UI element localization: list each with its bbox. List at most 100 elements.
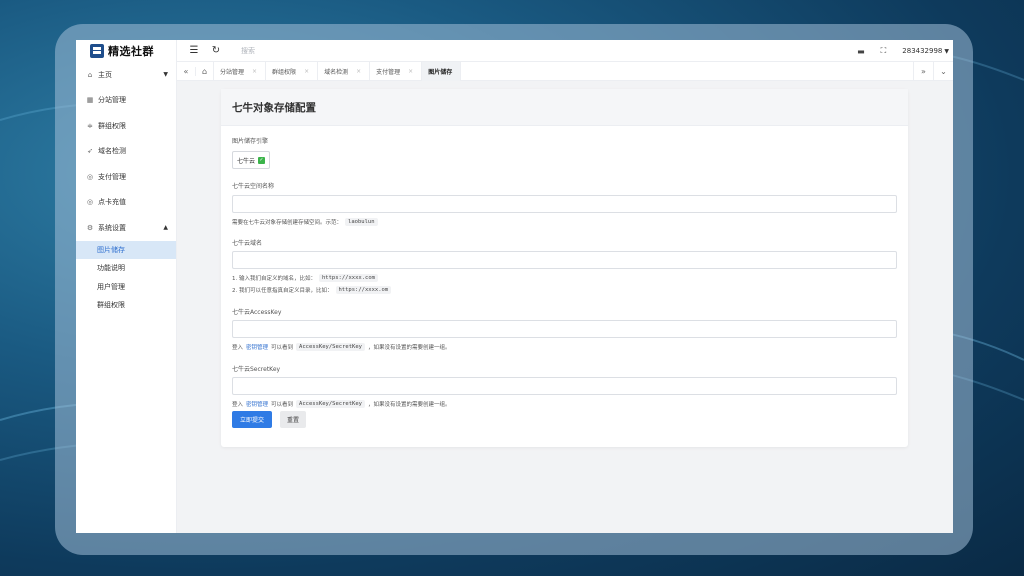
sidebar-item-4[interactable]: ◎ 支付管理 <box>76 164 176 190</box>
accesskey-help: 登入 密钥管理 可以看到 AccessKey/SecretKey ，如果没有设置… <box>232 343 450 351</box>
accesskey-help-mid: 可以看到 <box>271 345 294 351</box>
username: 283432998 <box>902 47 943 55</box>
tab-4[interactable]: 图片储存 <box>421 61 462 81</box>
sliders-icon: ≑ <box>87 121 93 130</box>
close-icon[interactable]: × <box>356 68 361 75</box>
tabs-scroll-left-icon[interactable]: « <box>177 67 195 76</box>
accesskey-help-pre: 登入 <box>232 345 244 351</box>
sidebar-item-label: 域名检测 <box>98 147 126 156</box>
tabs-scroll-right-icon[interactable]: » <box>913 62 933 81</box>
message-icon[interactable]: ▬ <box>857 47 865 56</box>
tab-bar: « ⌂ 分站管理 × 群组权限 × 域名检测 × 支付管理 × 图片储存 » ⌄ <box>177 61 953 81</box>
fullscreen-icon[interactable]: ⛶ <box>881 46 887 56</box>
sidebar-item-1[interactable]: ▦ 分站管理 <box>76 88 176 114</box>
secretkey-help: 登入 密钥管理 可以看到 AccessKey/SecretKey ，如果没有设置… <box>232 400 450 408</box>
tab-label: 图片储存 <box>428 68 453 76</box>
bucket-input[interactable] <box>232 195 897 213</box>
search-input[interactable]: 搜索 <box>241 46 255 56</box>
secretkey-help-post: ，如果没有设置的需要创建一组。 <box>367 402 451 408</box>
domain-help-2-text: 2. 我们可以任意指真自定义目录，比如： <box>232 288 333 294</box>
bucket-help-text: 需要在七牛云对象存储创建存储空间。示范： <box>232 220 343 226</box>
sidebar-item-label: 分站管理 <box>98 96 126 105</box>
domain-help-1-code: https://xxxx.com <box>319 274 378 282</box>
home-tab-icon[interactable]: ⌂ <box>195 66 213 76</box>
refresh-icon[interactable]: ↻ <box>205 45 227 56</box>
tabs-menu-chevron-icon[interactable]: ⌄ <box>933 62 953 81</box>
domain-help-2-code: https://xxxx.om <box>335 286 392 294</box>
domain-input[interactable] <box>232 251 897 269</box>
sidebar: 精选社群 ⌂ 主页 ▼ ▦ 分站管理 ≑ 群组权限 ➶ 域名检测 ◎ 支付管理 ◎ 点卡充值 ⚙ 系统设置 ▲… <box>76 40 177 533</box>
close-icon[interactable]: × <box>304 68 309 75</box>
domain-label: 七牛云域名 <box>232 240 263 247</box>
secretkey-help-code: AccessKey/SecretKey <box>296 400 365 408</box>
sidebar-menu: ⌂ 主页 ▼ ▦ 分站管理 ≑ 群组权限 ➶ 域名检测 ◎ 支付管理 ◎ 点卡充值 ⚙ 系统设置 ▲ 图片储存功… <box>76 62 176 315</box>
key-management-link[interactable]: 密钥管理 <box>246 343 268 351</box>
tab-3[interactable]: 支付管理 × <box>369 61 421 81</box>
close-icon[interactable]: × <box>252 68 257 75</box>
domain-help-1-text: 1. 输入我们自定义的域名，比如： <box>232 276 316 282</box>
sidebar-subitem-2[interactable]: 用户管理 <box>76 278 176 297</box>
brand-logo[interactable]: 精选社群 <box>76 40 176 62</box>
shield-icon: ◎ <box>86 172 94 181</box>
secretkey-help-pre: 登入 <box>232 402 244 408</box>
accesskey-label: 七牛云AccessKey <box>232 309 282 316</box>
key-management-link[interactable]: 密钥管理 <box>246 400 268 408</box>
close-icon[interactable]: × <box>408 68 413 75</box>
brand-name: 精选社群 <box>108 45 154 58</box>
sidebar-item-label: 主页 <box>98 70 112 79</box>
tab-1[interactable]: 群组权限 × <box>265 61 317 81</box>
sidebar-item-6[interactable]: ⚙ 系统设置 ▲ <box>76 215 176 241</box>
sidebar-item-label: 系统设置 <box>98 223 126 232</box>
secretkey-label: 七牛云SecretKey <box>232 366 281 373</box>
secretkey-input[interactable] <box>232 377 897 395</box>
chevron-down-icon: ▼ <box>944 47 949 55</box>
accesskey-help-code: AccessKey/SecretKey <box>296 343 365 351</box>
bucket-help-code: laobulun <box>345 218 378 226</box>
sidebar-item-0[interactable]: ⌂ 主页 ▼ <box>76 62 176 88</box>
engine-label: 图片储存引擎 <box>232 138 269 145</box>
accesskey-help-post: ，如果没有设置的需要创建一组。 <box>367 345 451 351</box>
tab-2[interactable]: 域名检测 × <box>317 61 369 81</box>
sidebar-item-label: 支付管理 <box>98 172 126 181</box>
sidebar-subitem-3[interactable]: 群组权限 <box>76 296 176 315</box>
submit-button[interactable]: 立即提交 <box>232 411 272 428</box>
send-icon: ➶ <box>87 147 93 156</box>
bucket-label: 七牛云空间名称 <box>232 183 275 190</box>
tab-label: 支付管理 <box>376 68 401 76</box>
gear-icon: ⚙ <box>86 223 94 232</box>
storage-config-card: 七牛对象存储配置 图片储存引擎 七牛云 ✓ 七牛云空间名称 需要在七牛云对象存储… <box>221 89 908 447</box>
card-title: 七牛对象存储配置 <box>221 89 908 126</box>
tab-0[interactable]: 分站管理 × <box>213 61 265 81</box>
main-content: 七牛对象存储配置 图片储存引擎 七牛云 ✓ 七牛云空间名称 需要在七牛云对象存储… <box>177 81 953 533</box>
reset-button[interactable]: 重置 <box>280 411 306 428</box>
grid-icon: ▦ <box>86 96 94 105</box>
tabs-right-controls: » ⌄ <box>913 62 953 81</box>
sidebar-item-2[interactable]: ≑ 群组权限 <box>76 113 176 139</box>
top-bar-right: ▬ ⛶ 283432998 ▼ <box>857 40 949 62</box>
chevron-down-icon: ▼ <box>163 71 168 79</box>
logo-icon <box>90 44 104 58</box>
sidebar-item-5[interactable]: ◎ 点卡充值 <box>76 190 176 216</box>
domain-help-2: 2. 我们可以任意指真自定义目录，比如： https://xxxx.om <box>232 286 392 294</box>
home-icon: ⌂ <box>87 70 93 79</box>
sidebar-subitem-0[interactable]: 图片储存 <box>76 240 176 259</box>
sidebar-item-label: 点卡充值 <box>98 198 126 207</box>
secretkey-help-mid: 可以看到 <box>271 402 294 408</box>
sidebar-subitem-1[interactable]: 功能说明 <box>76 259 176 278</box>
bucket-help: 需要在七牛云对象存储创建存储空间。示范： laobulun <box>232 218 378 226</box>
engine-select[interactable]: 七牛云 ✓ <box>232 151 271 169</box>
shield-check-icon: ◎ <box>86 198 94 207</box>
tab-label: 分站管理 <box>220 68 245 76</box>
tab-list: 分站管理 × 群组权限 × 域名检测 × 支付管理 × 图片储存 <box>213 61 462 81</box>
chevron-up-icon: ▲ <box>163 224 168 232</box>
top-bar: ☰ ↻ 搜索 ▬ ⛶ 283432998 ▼ <box>177 40 953 62</box>
menu-collapse-icon[interactable]: ☰ <box>183 45 205 56</box>
tab-label: 域名检测 <box>324 68 349 76</box>
sidebar-item-label: 群组权限 <box>98 121 126 130</box>
check-icon: ✓ <box>258 156 266 164</box>
engine-value: 七牛云 <box>237 157 256 165</box>
user-menu[interactable]: 283432998 ▼ <box>902 47 949 55</box>
sidebar-item-3[interactable]: ➶ 域名检测 <box>76 139 176 165</box>
app-window: 精选社群 ⌂ 主页 ▼ ▦ 分站管理 ≑ 群组权限 ➶ 域名检测 ◎ 支付管理 ◎ 点卡充值 ⚙ 系统设置 ▲… <box>76 40 953 533</box>
accesskey-input[interactable] <box>232 320 897 338</box>
